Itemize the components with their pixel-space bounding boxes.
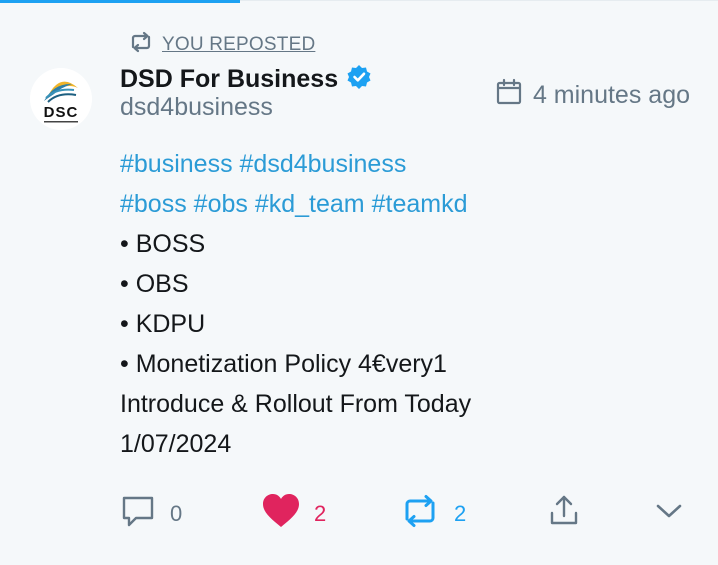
bullet-item: • BOSS: [120, 230, 206, 258]
share-icon: [548, 494, 580, 534]
verified-badge-icon: [346, 64, 372, 95]
author-name[interactable]: DSD For Business: [120, 65, 338, 94]
repost-icon: [128, 31, 154, 59]
share-button[interactable]: [548, 494, 580, 534]
hashtag-line-2: #boss #obs #kd_team #teamkd: [120, 184, 680, 224]
reply-count: 0: [170, 501, 183, 526]
hashtag-link[interactable]: #business: [120, 150, 233, 178]
repost-icon: [400, 493, 440, 535]
timestamp[interactable]: 4 minutes ago: [495, 78, 690, 113]
author-name-row: DSD For Business: [120, 64, 372, 95]
hashtag-link[interactable]: #teamkd: [372, 190, 468, 218]
repost-count: 2: [454, 501, 467, 526]
chevron-down-icon: [654, 496, 684, 532]
action-bar: 0 2 2: [120, 494, 690, 534]
bullet-item: • KDPU: [120, 310, 206, 338]
post-body: #business #dsd4business #boss #obs #kd_t…: [120, 144, 680, 464]
dsd-logo-icon: DSC: [30, 68, 92, 130]
hashtag-line-1: #business #dsd4business: [120, 144, 680, 184]
post-text-line: 1/07/2024: [120, 430, 232, 458]
repost-button[interactable]: 2: [400, 494, 466, 534]
hashtag-link[interactable]: #kd_team: [255, 190, 365, 218]
bullet-item: • OBS: [120, 270, 189, 298]
bullet-item: • Monetization Policy 4€very1: [120, 350, 447, 378]
repost-label[interactable]: YOU REPOSTED: [162, 34, 315, 56]
svg-text:DSC: DSC: [44, 104, 79, 121]
calendar-icon: [495, 78, 523, 113]
heart-icon: [262, 493, 300, 535]
loading-bar: [0, 0, 240, 3]
timestamp-text: 4 minutes ago: [532, 81, 690, 109]
hashtag-link[interactable]: #obs: [194, 190, 248, 218]
like-button[interactable]: 2: [262, 494, 326, 534]
hashtag-link[interactable]: #boss: [120, 190, 187, 218]
repost-indicator[interactable]: YOU REPOSTED: [128, 31, 315, 59]
reply-button[interactable]: 0: [120, 494, 182, 534]
author-handle[interactable]: dsd4business: [120, 93, 273, 122]
post-text-line: Introduce & Rollout From Today: [120, 390, 472, 418]
more-options-button[interactable]: [654, 494, 684, 534]
like-count: 2: [314, 501, 327, 526]
avatar[interactable]: DSC: [30, 68, 92, 130]
hashtag-link[interactable]: #dsd4business: [240, 150, 407, 178]
reply-icon: [120, 493, 156, 535]
